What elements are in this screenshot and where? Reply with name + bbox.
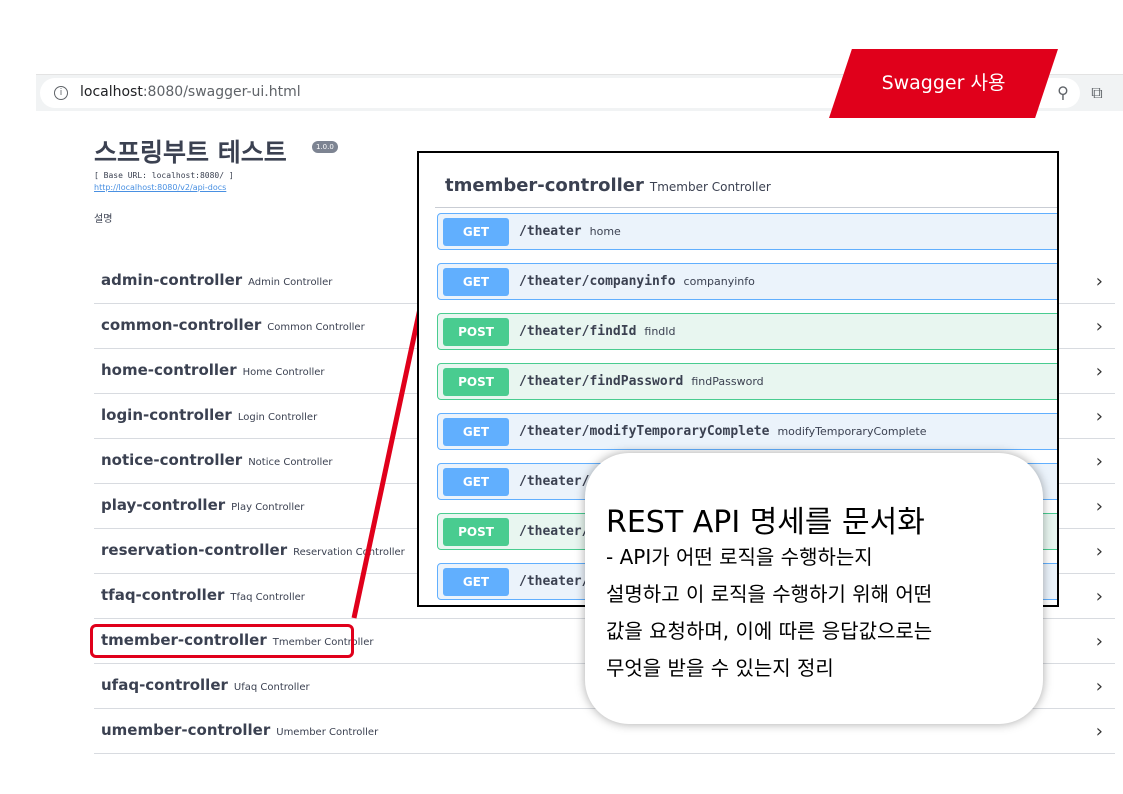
description: 설명 <box>94 214 113 225</box>
url-text: localhost:8080/swagger-ui.html <box>80 84 301 100</box>
zoom-icon[interactable]: ⚲ <box>1054 84 1072 102</box>
version-badge: 1.0.0 <box>312 141 338 153</box>
chevron-right-icon[interactable]: › <box>1096 271 1103 292</box>
controller-name: common-controller <box>101 316 262 334</box>
controller-name: home-controller <box>101 361 237 379</box>
method-badge: GET <box>443 568 509 596</box>
operation-row[interactable]: GET/theater/modifyTemporaryComplete modif… <box>437 413 1057 450</box>
api-docs-link[interactable]: http://localhost:8080/v2/api-docs <box>94 183 226 192</box>
callout-line: 무엇을 받을 수 있는지 정리 <box>606 656 834 680</box>
operation-path: /theater/ <box>519 524 590 539</box>
panel-heading[interactable]: tmember-controller Tmember Controller <box>445 175 771 196</box>
operation-summary: modifyTemporaryComplete <box>777 425 927 438</box>
explanation-callout: REST API 명세를 문서화 - API가 어떤 로직을 수행하는지 설명하… <box>585 453 1043 724</box>
controller-name: reservation-controller <box>101 541 288 559</box>
callout-line: 값을 요청하며, 이에 따른 응답값으로는 <box>606 619 933 643</box>
page-title: 스프링부트 테스트 <box>94 138 287 167</box>
chevron-right-icon[interactable]: › <box>1096 631 1103 652</box>
callout-line: 설명하고 이 로직을 수행하기 위해 어떤 <box>606 582 933 606</box>
method-badge: POST <box>443 318 509 346</box>
controller-name: tfaq-controller <box>101 586 225 604</box>
operation-summary: home <box>589 225 621 238</box>
controller-desc: Admin Controller <box>248 277 333 288</box>
callout-body: - API가 어떤 로직을 수행하는지 설명하고 이 로직을 수행하기 위해 어… <box>606 539 1036 687</box>
controller-name: ufaq-controller <box>101 676 228 694</box>
operation-row[interactable]: POST/theater/findPassword findPassword <box>437 363 1057 400</box>
operation-path: /theater <box>519 224 582 239</box>
chevron-right-icon[interactable]: › <box>1096 406 1103 427</box>
operation-path: /theater/findId <box>519 324 637 339</box>
chevron-right-icon[interactable]: › <box>1096 316 1103 337</box>
chevron-right-icon[interactable]: › <box>1096 586 1103 607</box>
chevron-right-icon[interactable]: › <box>1096 496 1103 517</box>
controller-name: admin-controller <box>101 271 243 289</box>
method-badge: GET <box>443 268 509 296</box>
operation-summary: findPassword <box>691 375 764 388</box>
controller-desc: Umember Controller <box>276 727 379 738</box>
controller-desc: Login Controller <box>237 412 318 423</box>
share-icon[interactable]: ⧉ <box>1088 84 1106 102</box>
operation-path: /theater/ <box>519 474 590 489</box>
base-url: [ Base URL: localhost:8080/ ] <box>94 171 234 180</box>
controller-desc: Reservation Controller <box>293 547 405 558</box>
operation-summary: findId <box>644 325 676 338</box>
operation-row[interactable]: GET/theater home <box>437 213 1057 250</box>
chevron-right-icon[interactable]: › <box>1096 451 1103 472</box>
operation-summary: companyinfo <box>683 275 755 288</box>
banner-label: Swagger 사용 <box>881 72 1006 94</box>
chevron-right-icon[interactable]: › <box>1096 721 1103 742</box>
chevron-right-icon[interactable]: › <box>1096 676 1103 697</box>
controller-name: login-controller <box>101 406 232 424</box>
operation-path: /theater/modifyTemporaryComplete <box>519 424 770 439</box>
controller-name: notice-controller <box>101 451 243 469</box>
divider <box>435 207 1057 208</box>
method-badge: GET <box>443 418 509 446</box>
method-badge: POST <box>443 368 509 396</box>
operation-path: /theater/findPassword <box>519 374 684 389</box>
controller-desc: Notice Controller <box>248 457 333 468</box>
controller-desc: Play Controller <box>231 502 305 513</box>
highlight-box <box>90 624 354 658</box>
controller-desc: Common Controller <box>267 322 365 333</box>
title-banner: Swagger 사용 <box>829 49 1058 118</box>
controller-desc: Tfaq Controller <box>230 592 305 603</box>
info-icon[interactable]: i <box>54 86 68 100</box>
callout-title: REST API 명세를 문서화 <box>606 505 925 540</box>
operation-row[interactable]: POST/theater/findId findId <box>437 313 1057 350</box>
operation-path: /theater/ <box>519 574 590 589</box>
operation-path: /theater/companyinfo <box>519 274 676 289</box>
controller-desc: Ufaq Controller <box>233 682 310 693</box>
controller-desc: Home Controller <box>242 367 325 378</box>
method-badge: POST <box>443 518 509 546</box>
controller-name: umember-controller <box>101 721 271 739</box>
method-badge: GET <box>443 218 509 246</box>
method-badge: GET <box>443 468 509 496</box>
chevron-right-icon[interactable]: › <box>1096 541 1103 562</box>
operation-row[interactable]: GET/theater/companyinfo companyinfo <box>437 263 1057 300</box>
callout-line: - API가 어떤 로직을 수행하는지 <box>606 545 873 569</box>
chevron-right-icon[interactable]: › <box>1096 361 1103 382</box>
controller-name: play-controller <box>101 496 226 514</box>
